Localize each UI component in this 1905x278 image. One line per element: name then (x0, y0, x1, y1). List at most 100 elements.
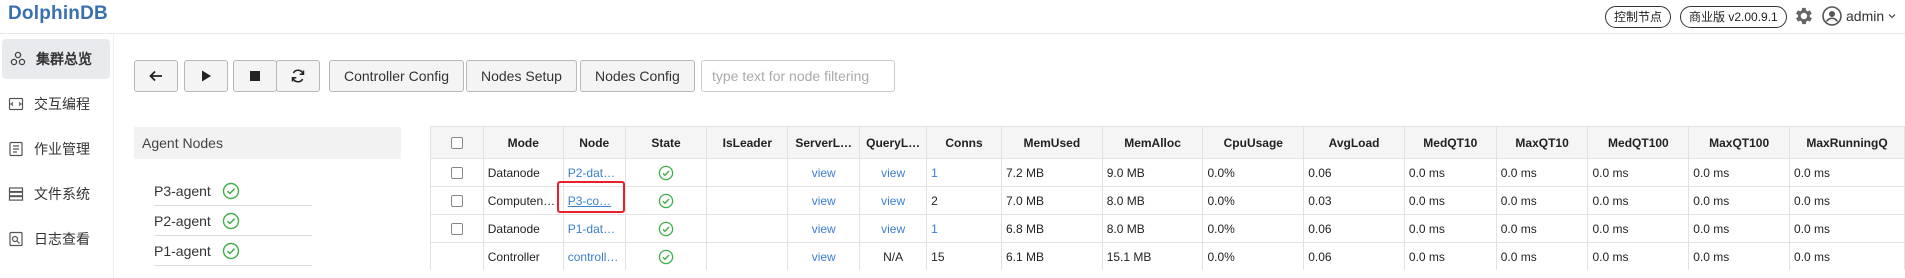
server-log-view-link[interactable]: view (812, 222, 836, 236)
node-cell[interactable]: controll… (562, 242, 626, 270)
row-checkbox[interactable] (450, 195, 463, 208)
maxqt10-cell: 0.0 ms (1495, 214, 1589, 243)
check-circle-icon (222, 242, 240, 259)
version-badge[interactable]: 商业版 v2.00.9.1 (1680, 6, 1787, 28)
memused-cell: 7.0 MB (1000, 186, 1103, 215)
column-header-state[interactable]: State (624, 126, 708, 159)
mode-cell: Datanode (482, 158, 564, 187)
node-link[interactable]: P1-dat… (568, 222, 615, 236)
querylog-cell[interactable]: view (859, 186, 928, 215)
column-header-querylog[interactable]: QueryL… (859, 126, 928, 159)
sidebar-item-interactive-programming[interactable]: 交互编程 (0, 84, 110, 124)
serverlog-cell[interactable]: view (787, 186, 861, 215)
controller-config-button[interactable]: Controller Config (329, 60, 465, 92)
maxqt10-cell: 0.0 ms (1495, 158, 1589, 187)
select-all-header[interactable] (430, 126, 484, 159)
isleader-cell (706, 242, 789, 270)
sidebar-item-log-viewer[interactable]: 日志查看 (0, 219, 110, 259)
sidebar-item-file-system[interactable]: 文件系统 (0, 174, 110, 214)
maxqt100-cell: 0.0 ms (1688, 186, 1791, 215)
memused-cell: 6.8 MB (1000, 214, 1103, 243)
table-row[interactable]: Controller controll… view N/A 15 6.1 MB 15.1 M… (430, 242, 1905, 270)
querylog-cell[interactable]: view (859, 214, 928, 243)
conns-cell[interactable]: 1 (926, 158, 1002, 187)
query-log-view-link[interactable]: view (881, 194, 905, 208)
column-header-medqt100[interactable]: MedQT100 (1587, 126, 1690, 159)
serverlog-cell[interactable]: view (787, 158, 861, 187)
server-log-view-link[interactable]: view (812, 166, 836, 180)
avgload-value: 0.06 (1308, 165, 1332, 180)
medqt10-value: 0.0 ms (1408, 221, 1445, 236)
agent-row[interactable]: P1-agent (154, 236, 312, 266)
sidebar-item-job-management[interactable]: 作业管理 (0, 129, 110, 169)
select-all-checkbox[interactable] (450, 137, 463, 150)
node-cell[interactable]: P2-dat… (562, 158, 626, 187)
query-log-view-link[interactable]: view (881, 166, 905, 180)
table-row[interactable]: Computen… P3-co… view view 2 7.0 MB 8.0 MB 0.0%… (430, 186, 1905, 215)
row-checkbox[interactable] (450, 167, 463, 180)
querylog-cell[interactable]: view (859, 158, 928, 187)
row-select-cell[interactable] (430, 214, 484, 243)
node-link[interactable]: P2-dat… (568, 166, 615, 180)
medqt100-value: 0.0 ms (1592, 249, 1629, 264)
agent-row[interactable]: P2-agent (154, 206, 312, 236)
conns-cell: 2 (926, 186, 1002, 215)
check-circle-icon (222, 182, 240, 199)
dolphindb-logo[interactable]: DolphinDB (8, 3, 108, 25)
server-log-view-link[interactable]: view (812, 194, 836, 208)
medqt100-cell: 0.0 ms (1587, 214, 1690, 243)
column-header-conns[interactable]: Conns (926, 126, 1002, 159)
memalloc-cell: 9.0 MB (1101, 158, 1204, 187)
maxrunning-cell: 0.0 ms (1789, 186, 1905, 215)
row-select-cell[interactable] (430, 158, 484, 187)
serverlog-cell[interactable]: view (787, 214, 861, 243)
node-link[interactable]: P3-co… (568, 194, 611, 208)
serverlog-cell[interactable]: view (787, 242, 861, 270)
nodes-config-button[interactable]: Nodes Config (580, 60, 695, 92)
node-filter-input[interactable] (701, 60, 895, 92)
conns-value[interactable]: 1 (931, 166, 938, 180)
agent-name: P2-agent (154, 212, 211, 229)
sidebar-item-label: 交互编程 (34, 96, 90, 112)
node-link[interactable]: controll… (568, 250, 619, 264)
column-header-medqt10[interactable]: MedQT10 (1403, 126, 1497, 159)
column-header-serverlog[interactable]: ServerL… (787, 126, 861, 159)
stop-button[interactable] (233, 60, 277, 92)
server-log-view-link[interactable]: view (812, 250, 836, 264)
sidebar-item-cluster-overview[interactable]: 集群总览 (2, 39, 110, 79)
cpu-value: 0.0% (1207, 221, 1235, 236)
column-header-node[interactable]: Node (562, 126, 626, 159)
gear-icon[interactable] (1792, 5, 1814, 27)
maxqt10-value: 0.0 ms (1500, 165, 1537, 180)
refresh-button[interactable] (276, 60, 320, 92)
column-header-avgload[interactable]: AvgLoad (1303, 126, 1405, 159)
node-cell[interactable]: P3-co… (562, 186, 626, 215)
maxrunning-value: 0.0 ms (1794, 221, 1831, 236)
column-header-cpuusage[interactable]: CpuUsage (1202, 126, 1305, 159)
user-menu[interactable]: admin (1822, 5, 1896, 27)
column-header-maxqt100[interactable]: MaxQT100 (1688, 126, 1791, 159)
table-row[interactable]: Datanode P2-dat… view view 1 7.2 MB 9.0 MB 0.0%… (430, 158, 1905, 187)
mode-cell: Datanode (482, 214, 564, 243)
nodes-table: Mode Node State IsLeader ServerL… QueryL… (430, 126, 1905, 270)
nodes-setup-button[interactable]: Nodes Setup (466, 60, 577, 92)
query-log-view-link[interactable]: view (881, 222, 905, 236)
back-button[interactable] (134, 60, 178, 92)
agent-row[interactable]: P3-agent (154, 176, 312, 206)
column-header-maxqt10[interactable]: MaxQT10 (1495, 126, 1589, 159)
column-header-maxrunningq[interactable]: MaxRunningQ (1789, 126, 1905, 159)
column-header-memalloc[interactable]: MemAlloc (1101, 126, 1204, 159)
row-select-cell[interactable] (430, 186, 484, 215)
row-checkbox[interactable] (450, 223, 463, 236)
column-header-mode[interactable]: Mode (482, 126, 564, 159)
node-cell[interactable]: P1-dat… (562, 214, 626, 243)
memalloc-cell: 15.1 MB (1101, 242, 1204, 270)
column-header-memused[interactable]: MemUsed (1000, 126, 1103, 159)
column-header-isleader[interactable]: IsLeader (706, 126, 789, 159)
control-node-badge[interactable]: 控制节点 (1605, 6, 1672, 28)
start-button[interactable] (184, 60, 228, 92)
table-row[interactable]: Datanode P1-dat… view view 1 6.8 MB 8.0 MB 0.0%… (430, 214, 1905, 243)
conns-cell[interactable]: 1 (926, 214, 1002, 243)
conns-value[interactable]: 1 (931, 222, 938, 236)
sidebar: 集群总览 交互编程 作业管理 文件系统 日志查看 (0, 35, 114, 278)
